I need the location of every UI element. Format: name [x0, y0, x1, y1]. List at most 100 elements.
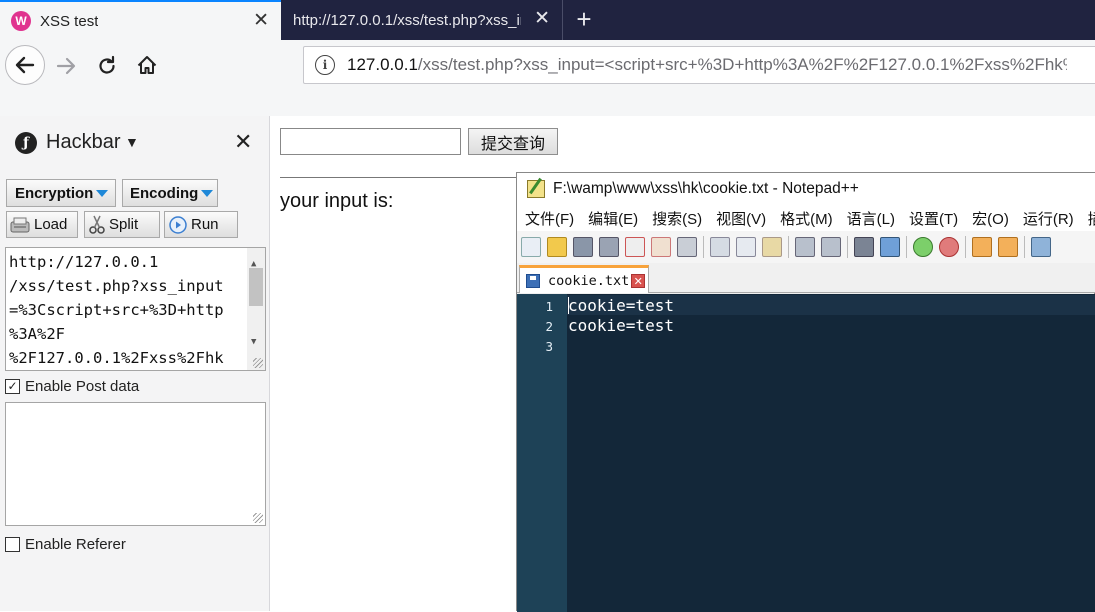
- window-title: F:\wamp\www\xss\hk\cookie.txt - Notepad+…: [553, 180, 859, 197]
- enable-referer-checkbox[interactable]: [5, 537, 20, 552]
- sync-vertical-icon[interactable]: [972, 237, 992, 257]
- submit-query-button[interactable]: 提交查询: [468, 128, 558, 155]
- saved-file-icon: [526, 273, 540, 288]
- print-icon[interactable]: [677, 237, 697, 257]
- notepad-menubar: 文件(F) 编辑(E) 搜索(S) 视图(V) 格式(M) 语言(L) 设置(T…: [517, 205, 1095, 231]
- toolbar-separator: [847, 236, 848, 258]
- encryption-dropdown[interactable]: Encryption: [6, 179, 116, 207]
- tab-cookie-txt[interactable]: cookie.txt ✕: [519, 265, 649, 293]
- tab-close-icon[interactable]: ✕: [253, 11, 269, 31]
- site-info-icon[interactable]: i: [315, 55, 335, 75]
- hackbar-title[interactable]: Hackbar: [46, 131, 120, 154]
- enable-post-row[interactable]: ✓ Enable Post data: [5, 378, 139, 395]
- menu-file[interactable]: 文件(F): [525, 208, 574, 229]
- copy-icon[interactable]: [736, 237, 756, 257]
- code-line[interactable]: cookie=test: [568, 296, 674, 315]
- scroll-down-icon[interactable]: ▼: [251, 330, 256, 354]
- hackbar-header: ƒ Hackbar ▼ ✕: [0, 116, 269, 172]
- close-all-icon[interactable]: [651, 237, 671, 257]
- hackbar-sidebar: ƒ Hackbar ▼ ✕ Encryption Encoding Load S…: [0, 116, 270, 611]
- home-button[interactable]: [133, 51, 161, 79]
- menu-plugins[interactable]: 插: [1088, 208, 1095, 229]
- line-number: 3: [545, 339, 553, 354]
- menu-macro[interactable]: 宏(O): [972, 208, 1009, 229]
- forward-arrow-icon: [56, 57, 76, 75]
- navigation-toolbar: i 127.0.0.1/xss/test.php?xss_input=<scri…: [0, 40, 1095, 116]
- enable-referer-row[interactable]: Enable Referer: [5, 536, 126, 553]
- tab-test-php[interactable]: http://127.0.0.1/xss/test.php?xss_input=…: [281, 0, 563, 40]
- toolbar-separator: [703, 236, 704, 258]
- find-icon[interactable]: [854, 237, 874, 257]
- new-tab-plus-icon[interactable]: +: [570, 5, 598, 33]
- textarea-scrollbar[interactable]: ▲ ▼: [247, 248, 265, 370]
- code-editor[interactable]: 1 2 3 cookie=test cookie=test: [517, 294, 1095, 612]
- save-all-icon[interactable]: [599, 237, 619, 257]
- load-url-button[interactable]: Load: [6, 211, 78, 238]
- notepad-app-icon: [527, 180, 545, 198]
- menu-view[interactable]: 视图(V): [716, 208, 766, 229]
- scissors-icon: [89, 215, 105, 234]
- scrollbar-thumb[interactable]: [249, 268, 263, 306]
- toolbar-separator: [965, 236, 966, 258]
- dropdown-arrow-icon: [96, 189, 109, 197]
- menu-search[interactable]: 搜索(S): [652, 208, 702, 229]
- toolbar-separator: [1024, 236, 1025, 258]
- resize-grip-icon[interactable]: [253, 513, 263, 523]
- reload-button[interactable]: [93, 52, 121, 80]
- line-number: 2: [545, 319, 553, 334]
- notepad-titlebar[interactable]: F:\wamp\www\xss\hk\cookie.txt - Notepad+…: [517, 173, 1095, 205]
- menu-run[interactable]: 运行(R): [1023, 208, 1074, 229]
- post-data-textarea[interactable]: [5, 402, 266, 526]
- menu-format[interactable]: 格式(M): [780, 208, 833, 229]
- zoom-out-icon[interactable]: [939, 237, 959, 257]
- zoom-in-icon[interactable]: [913, 237, 933, 257]
- close-file-icon[interactable]: [625, 237, 645, 257]
- toolbar-separator: [906, 236, 907, 258]
- paste-icon[interactable]: [762, 237, 782, 257]
- url-line: =%3Cscript+src+%3D+http: [9, 301, 224, 319]
- url-line: %3A%2F: [9, 325, 65, 343]
- cut-icon[interactable]: [710, 237, 730, 257]
- code-line[interactable]: cookie=test: [568, 316, 674, 335]
- replace-icon[interactable]: [880, 237, 900, 257]
- line-number: 1: [545, 299, 553, 314]
- back-button[interactable]: [5, 45, 45, 85]
- dropdown-arrow-icon: [201, 189, 214, 197]
- tab-close-icon[interactable]: ✕: [534, 9, 550, 29]
- tab-xss-test[interactable]: W XSS test ✕: [0, 0, 281, 40]
- encoding-label: Encoding: [130, 184, 199, 202]
- redo-icon[interactable]: [821, 237, 841, 257]
- save-icon[interactable]: [573, 237, 593, 257]
- menu-settings[interactable]: 设置(T): [909, 208, 958, 229]
- xss-input-field[interactable]: [280, 128, 461, 155]
- menu-edit[interactable]: 编辑(E): [588, 208, 638, 229]
- encoding-dropdown[interactable]: Encoding: [122, 179, 218, 207]
- close-tab-icon[interactable]: ✕: [631, 273, 646, 288]
- hackbar-logo-icon: ƒ: [15, 132, 37, 154]
- run-button[interactable]: Run: [164, 211, 238, 238]
- chevron-down-icon[interactable]: ▼: [125, 134, 139, 150]
- forward-button[interactable]: [52, 52, 80, 80]
- notepad-toolbar: [517, 231, 1095, 263]
- sync-horizontal-icon[interactable]: [998, 237, 1018, 257]
- notepad-window: F:\wamp\www\xss\hk\cookie.txt - Notepad+…: [516, 172, 1095, 612]
- run-label: Run: [191, 216, 219, 233]
- split-url-button[interactable]: Split: [84, 211, 160, 238]
- undo-icon[interactable]: [795, 237, 815, 257]
- load-label: Load: [34, 216, 68, 233]
- browser-tab-bar: W XSS test ✕ http://127.0.0.1/xss/test.p…: [0, 0, 1095, 40]
- url-textarea[interactable]: http://127.0.0.1 /xss/test.php?xss_input…: [5, 247, 266, 371]
- address-bar[interactable]: i 127.0.0.1/xss/test.php?xss_input=<scri…: [303, 46, 1095, 84]
- menu-language[interactable]: 语言(L): [847, 208, 895, 229]
- open-folder-icon[interactable]: [547, 237, 567, 257]
- new-file-icon[interactable]: [521, 237, 541, 257]
- url-text[interactable]: 127.0.0.1/xss/test.php?xss_input=<script…: [347, 55, 1067, 75]
- enable-post-checkbox[interactable]: ✓: [5, 379, 20, 394]
- url-host: 127.0.0.1: [347, 55, 418, 74]
- close-sidebar-icon[interactable]: ✕: [234, 129, 252, 155]
- wamp-icon: W: [11, 11, 31, 31]
- url-path: /xss/test.php?xss_input=<script+src+%3D+…: [417, 55, 1067, 74]
- resize-grip-icon[interactable]: [253, 358, 263, 368]
- word-wrap-icon[interactable]: [1031, 237, 1051, 257]
- text-caret: [568, 297, 569, 314]
